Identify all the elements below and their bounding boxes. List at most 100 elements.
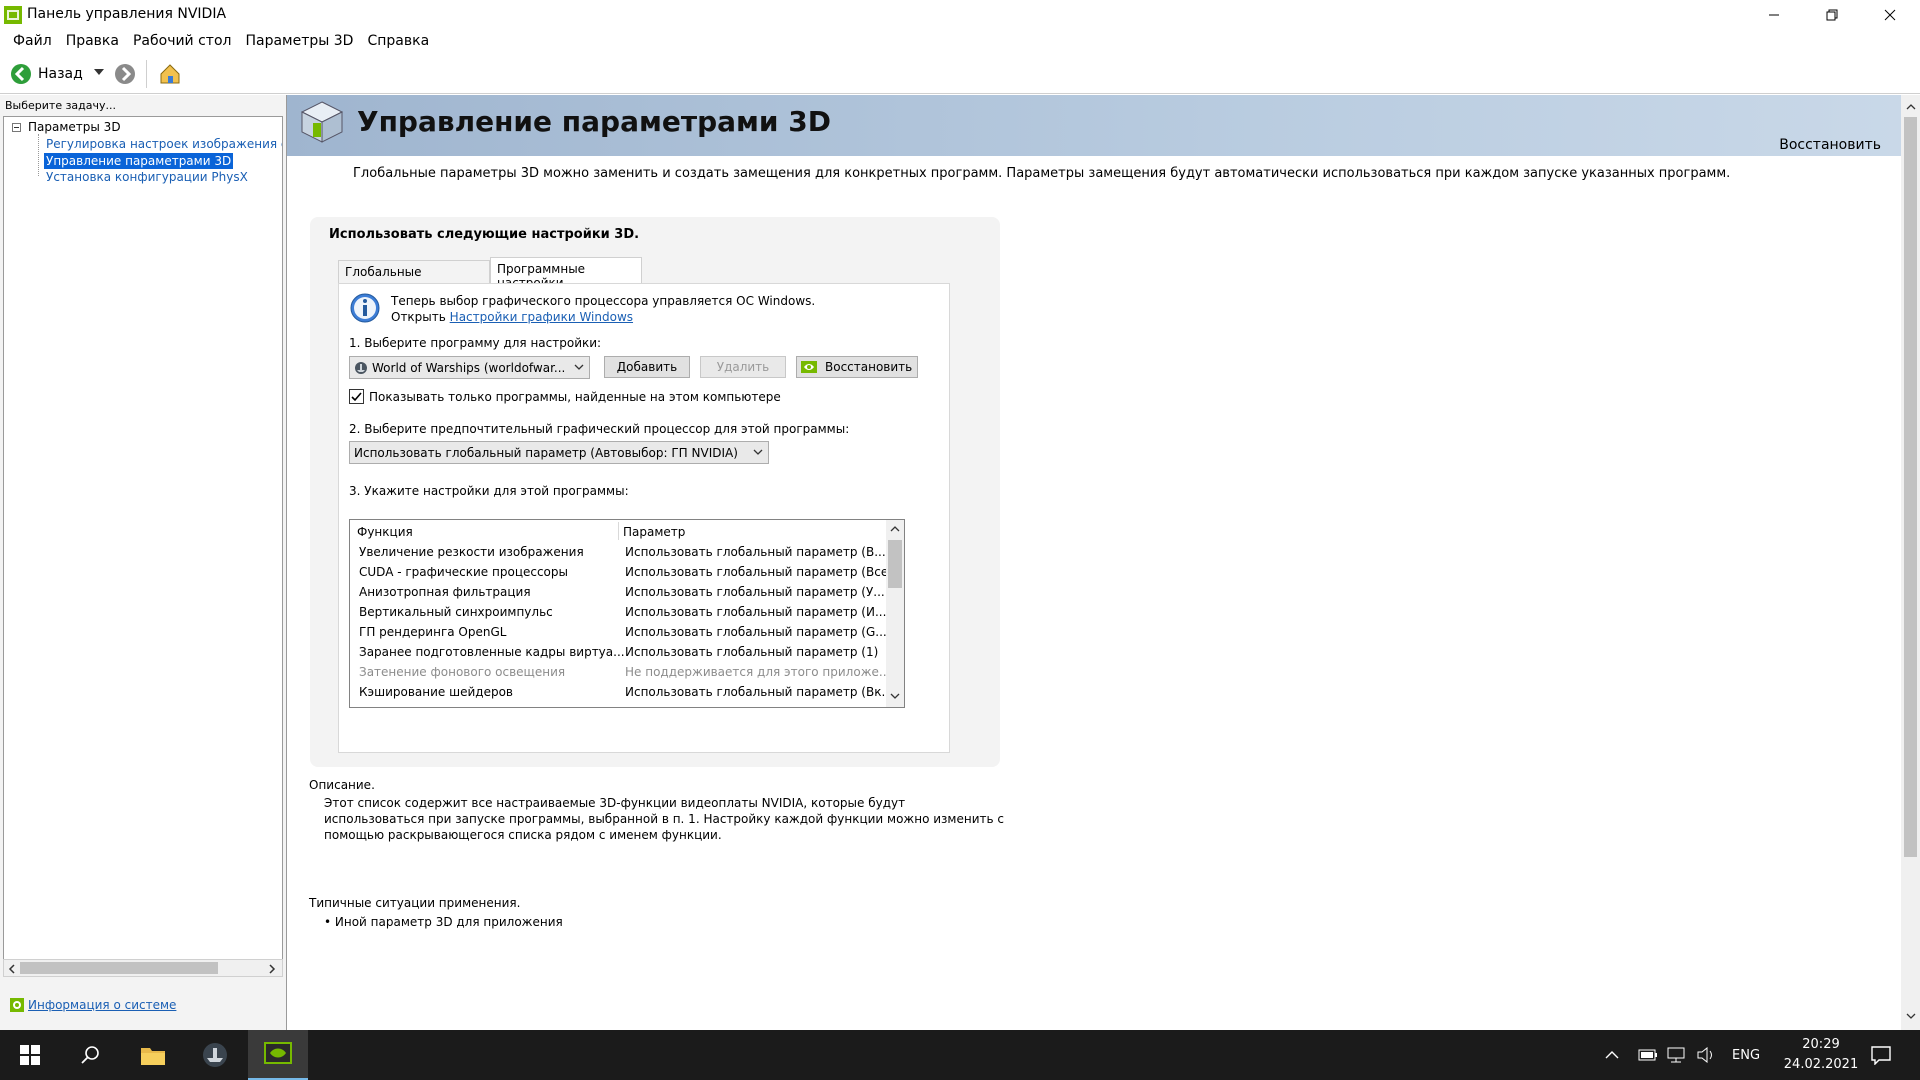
row-parameter: Использовать глобальный параметр (В...	[625, 545, 886, 559]
typical-usage-item: • Иной параметр 3D для приложения	[324, 915, 563, 929]
language-indicator[interactable]: ENG	[1732, 1030, 1760, 1080]
page-intro: Глобальные параметры 3D можно заменить и…	[353, 166, 1731, 181]
scrollbar-thumb[interactable]	[1904, 117, 1917, 857]
clock-time: 20:29	[1802, 1037, 1840, 1052]
network-icon	[1667, 1047, 1685, 1063]
restore-defaults-link[interactable]: Восстановить	[1779, 137, 1881, 153]
notification-icon	[1871, 1046, 1891, 1065]
restore-program-label: Восстановить	[825, 360, 913, 374]
restore-program-button[interactable]: Восстановить	[796, 356, 918, 378]
menu-desktop[interactable]: Рабочий стол	[126, 33, 239, 49]
column-header-function[interactable]: Функция	[357, 525, 413, 539]
windows-graphics-settings-link[interactable]: Настройки графики Windows	[450, 310, 633, 324]
forward-arrow-icon	[115, 64, 135, 84]
remove-program-button[interactable]: Удалить	[700, 356, 786, 378]
volume-indicator[interactable]	[1696, 1030, 1716, 1080]
program-select[interactable]: World of Warships (worldofwar...	[349, 356, 590, 379]
content-vertical-scrollbar[interactable]	[1901, 95, 1920, 1030]
program-select-value: World of Warships (worldofwar...	[372, 360, 566, 375]
title-bar: Панель управления NVIDIA	[0, 0, 1920, 30]
collapse-toggle[interactable]	[12, 123, 21, 132]
main-content: Управление параметрами 3D Восстановить Г…	[287, 95, 1901, 1030]
tree-item-image-settings[interactable]: Регулировка настроек изображения с п	[46, 137, 282, 151]
menu-edit[interactable]: Правка	[59, 33, 126, 49]
list-vertical-scrollbar[interactable]	[886, 520, 904, 707]
forward-button[interactable]	[114, 63, 136, 85]
add-program-button[interactable]: Добавить	[604, 356, 690, 378]
home-button[interactable]	[158, 62, 182, 86]
chevron-left-icon	[8, 964, 15, 974]
checkmark-icon	[351, 392, 362, 402]
step2-label: 2. Выберите предпочтительный графический…	[349, 422, 850, 436]
system-info-link[interactable]: Информация о системе	[10, 998, 176, 1012]
file-explorer-button[interactable]	[123, 1030, 183, 1080]
task-select-label: Выберите задачу...	[5, 99, 117, 112]
table-row[interactable]: Кэширование шейдеров Использовать глобаль…	[350, 682, 893, 702]
feature-settings-list: Функция Параметр Увеличение резкости изо…	[349, 519, 905, 708]
table-row[interactable]: ГП рендеринга OpenGL Использовать глобаль…	[350, 622, 887, 642]
search-icon	[81, 1046, 99, 1064]
scrollbar-thumb[interactable]	[888, 540, 902, 588]
show-hidden-icons[interactable]	[1605, 1030, 1619, 1080]
battery-indicator[interactable]	[1638, 1030, 1658, 1080]
row-function: Анизотропная фильтрация	[359, 585, 531, 599]
chevron-down-icon	[574, 364, 584, 370]
minimize-button[interactable]	[1745, 0, 1803, 30]
row-parameter: Использовать глобальный параметр (И...	[625, 605, 887, 619]
tab-global-settings[interactable]: Глобальные параметры	[338, 260, 490, 293]
menu-help[interactable]: Справка	[360, 33, 436, 49]
tree-horizontal-scrollbar[interactable]	[3, 959, 283, 977]
chevron-right-icon	[269, 964, 276, 974]
action-center-button[interactable]	[1870, 1030, 1892, 1080]
nvidia-taskbar-button[interactable]	[248, 1030, 308, 1080]
row-function: Кэширование шейдеров	[359, 685, 513, 699]
program-settings-panel: Теперь выбор графического процессора упр…	[338, 283, 950, 753]
restore-window-button[interactable]	[1803, 0, 1861, 30]
gpu-select[interactable]: Использовать глобальный параметр (Автовы…	[349, 441, 769, 464]
scrollbar-thumb[interactable]	[20, 962, 218, 974]
table-row[interactable]: Вертикальный синхроимпульс Использовать г…	[350, 602, 886, 622]
row-function: Увеличение резкости изображения	[359, 545, 584, 559]
menu-3d-settings[interactable]: Параметры 3D	[238, 33, 360, 49]
home-icon	[160, 64, 180, 84]
open-label: Открыть	[391, 310, 446, 324]
table-row[interactable]: CUDA - графические процессоры Использоват…	[350, 562, 893, 582]
chevron-down-icon	[94, 69, 104, 75]
close-button[interactable]	[1861, 0, 1919, 30]
windows-logo-icon	[20, 1045, 40, 1065]
warships-app-icon	[355, 361, 367, 374]
row-function: Заранее подготовленные кадры виртуа...	[359, 645, 625, 659]
3d-cube-icon	[299, 99, 345, 145]
nvidia-app-icon	[4, 6, 22, 24]
nvidia-logo-icon	[801, 361, 817, 373]
row-parameter: Использовать глобальный параметр (Все)	[625, 565, 893, 579]
tree-item-manage-3d[interactable]: Управление параметрами 3D	[44, 153, 234, 169]
warships-taskbar-button[interactable]	[185, 1030, 245, 1080]
table-row[interactable]: Затенение фонового освещения Не поддержив…	[350, 662, 890, 682]
taskbar: ENG 20:29 24.02.2021	[0, 1030, 1920, 1080]
typical-usage-title: Типичные ситуации применения.	[309, 896, 521, 910]
table-row[interactable]: Анизотропная фильтрация Использовать глоб…	[350, 582, 886, 602]
network-indicator[interactable]	[1666, 1030, 1686, 1080]
battery-icon	[1638, 1049, 1657, 1061]
settings-panel: Использовать следующие настройки 3D. Гло…	[310, 217, 1000, 767]
show-found-programs-checkbox[interactable]	[349, 389, 364, 404]
clock-date: 24.02.2021	[1783, 1057, 1859, 1072]
row-function: ГП рендеринга OpenGL	[359, 625, 507, 639]
row-function: Затенение фонового освещения	[359, 665, 566, 679]
task-panel: Выберите задачу... Параметры 3D Регулиро…	[0, 95, 287, 1030]
tree-item-physx[interactable]: Установка конфигурации PhysX	[46, 170, 248, 184]
menu-file[interactable]: Файл	[6, 33, 59, 49]
speaker-icon	[1697, 1047, 1712, 1063]
table-row[interactable]: Увеличение резкости изображения Использов…	[350, 542, 886, 562]
settings-header: Использовать следующие настройки 3D.	[329, 227, 640, 242]
back-history-dropdown[interactable]	[94, 69, 104, 77]
tree-root-3d-settings[interactable]: Параметры 3D	[28, 120, 121, 134]
tab-program-settings[interactable]: Программные настройки	[490, 257, 642, 290]
start-button[interactable]	[0, 1030, 60, 1080]
clock[interactable]: 20:29 24.02.2021	[1776, 1030, 1866, 1080]
table-row[interactable]: Заранее подготовленные кадры виртуа... Ис…	[350, 642, 886, 662]
back-button[interactable]: Назад	[10, 63, 83, 85]
search-button[interactable]	[60, 1030, 120, 1080]
column-header-parameter[interactable]: Параметр	[623, 525, 685, 539]
